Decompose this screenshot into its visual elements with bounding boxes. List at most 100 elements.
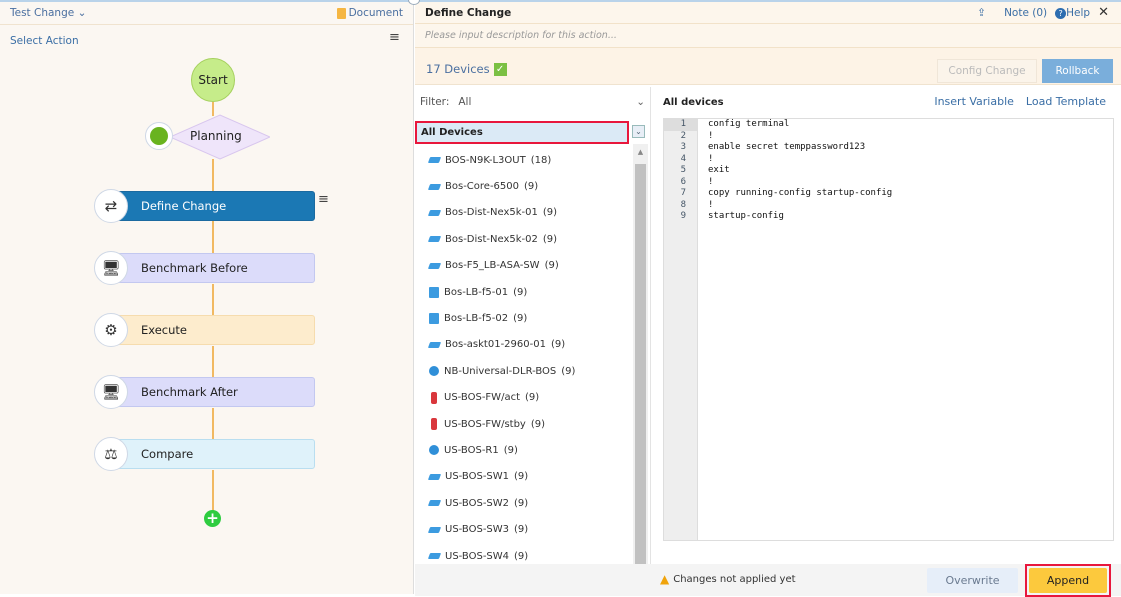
scrollbar-thumb[interactable]	[635, 164, 646, 569]
node-menu-icon[interactable]: ≡	[318, 192, 329, 207]
device-list: BOS-N9K-L3OUT (18) Bos-Core-6500 (9) Bos-Dis…	[415, 147, 633, 596]
warning-text: Changes not applied yet	[673, 573, 796, 585]
switch-icon	[427, 236, 442, 243]
device-list-item[interactable]: Bos-Dist-Nex5k-02 (9)	[415, 226, 633, 252]
define-change-panel: Define Change ⇪ Note (0) ? Help ✕ Please …	[415, 0, 1121, 597]
tab-config-change[interactable]: Config Change	[937, 59, 1037, 83]
append-highlight: Append	[1025, 564, 1111, 597]
description-input[interactable]: Please input description for this action…	[415, 24, 1121, 48]
code-line: !	[708, 176, 714, 187]
line-number: 7	[680, 188, 686, 198]
workflow-diagram: Start Planning Define Change ⇄ Benchmark B…	[0, 2, 414, 596]
device-list-item[interactable]: US-BOS-SW2 (9)	[415, 490, 633, 516]
workflow-node-label: Benchmark After	[141, 385, 238, 399]
device-list-item[interactable]: US-BOS-SW1 (9)	[415, 464, 633, 490]
note-link[interactable]: Note (0)	[1004, 7, 1047, 19]
connector	[212, 159, 214, 192]
workflow-panel: Test Change ⌄ Document Select Action ≡ S…	[0, 0, 414, 594]
scrollbar[interactable]: ▲ ▼	[633, 144, 648, 596]
device-list-item[interactable]: US-BOS-FW/act (9)	[415, 385, 633, 411]
line-number: 5	[680, 165, 686, 175]
define-change-icon: ⇄	[94, 189, 128, 223]
switch-icon	[427, 473, 442, 480]
device-name: Bos-F5_LB-ASA-SW	[445, 260, 540, 272]
scroll-up-icon[interactable]: ▲	[633, 148, 648, 156]
device-list-item[interactable]: NB-Universal-DLR-BOS (9)	[415, 358, 633, 384]
code-line: copy running-config startup-config	[708, 188, 893, 198]
code-line: enable secret temppassword123	[708, 142, 866, 152]
line-number: 9	[680, 211, 686, 221]
chevron-down-icon[interactable]: ⌄	[632, 125, 645, 138]
code-line: config terminal	[708, 119, 790, 129]
device-list-item[interactable]: Bos-Core-6500 (9)	[415, 173, 633, 199]
connector	[212, 221, 214, 255]
code-line: startup-config	[708, 211, 784, 221]
warning-icon: ▲	[660, 572, 670, 586]
gears-icon: ⚙	[94, 313, 128, 347]
editor-title: All devices	[663, 97, 724, 108]
device-name: US-BOS-SW1	[445, 471, 510, 483]
code-line: exit	[708, 165, 730, 175]
firewall-icon	[431, 391, 437, 404]
filter-label: Filter:	[420, 96, 450, 108]
code-lines: config terminal! enable secret temppasswo…	[708, 119, 892, 223]
help-link[interactable]: ? Help	[1055, 7, 1090, 19]
device-list-item[interactable]: Bos-F5_LB-ASA-SW (9)	[415, 253, 633, 279]
device-name: US-BOS-SW3	[445, 524, 510, 536]
workflow-node[interactable]: Benchmark Before	[110, 253, 315, 283]
tab-rollback[interactable]: Rollback	[1042, 59, 1113, 83]
device-list-item[interactable]: Bos-LB-f5-01 (9)	[415, 279, 633, 305]
device-list-item[interactable]: US-BOS-R1 (9)	[415, 437, 633, 463]
code-line: !	[708, 130, 714, 141]
device-list-item[interactable]: US-BOS-FW/stby (9)	[415, 411, 633, 437]
device-name: Bos-Core-6500	[445, 181, 519, 193]
add-step-icon[interactable]: +	[204, 510, 221, 527]
line-numbers: 123456789	[664, 119, 698, 540]
all-devices-item[interactable]: All Devices	[415, 121, 629, 144]
code-line: !	[708, 153, 714, 164]
close-icon[interactable]: ✕	[1098, 5, 1109, 20]
start-node[interactable]: Start	[191, 58, 235, 102]
device-count: (9)	[544, 260, 559, 272]
workflow-node[interactable]: Define Change	[110, 191, 315, 221]
script-editor[interactable]: 123456789 config terminal! enable secret …	[663, 118, 1114, 541]
workflow-node-label: Benchmark Before	[141, 261, 248, 275]
append-button[interactable]: Append	[1029, 568, 1107, 593]
switch-icon	[427, 553, 442, 560]
workflow-node[interactable]: Execute	[110, 315, 315, 345]
workflow-node-label: Execute	[141, 323, 187, 337]
export-icon[interactable]: ⇪	[977, 7, 986, 19]
planning-icon	[145, 122, 173, 150]
planning-label: Planning	[190, 129, 242, 143]
device-count: (9)	[550, 339, 566, 351]
device-count-label: 17 Devices	[426, 62, 490, 76]
switch-icon	[427, 500, 442, 507]
workflow-node[interactable]: Benchmark After	[110, 377, 315, 407]
device-list-item[interactable]: Bos-askt01-2960-01 (9)	[415, 332, 633, 358]
insert-variable-link[interactable]: Insert Variable	[934, 95, 1014, 108]
switch-icon	[427, 209, 442, 216]
device-count: (9)	[542, 233, 558, 245]
device-count: (9)	[513, 313, 528, 325]
chevron-down-icon: ⌄	[636, 96, 645, 108]
filter-select[interactable]: Filter: All ⌄	[415, 89, 650, 115]
device-count: (9)	[503, 444, 518, 456]
device-list-item[interactable]: US-BOS-SW3 (9)	[415, 516, 633, 542]
load-template-link[interactable]: Load Template	[1026, 95, 1106, 108]
connector	[212, 408, 214, 441]
script-pane: All devices Insert Variable Load Templat…	[650, 87, 1121, 596]
device-list-item[interactable]: BOS-N9K-L3OUT (18)	[415, 147, 633, 173]
check-icon: ✓	[493, 62, 507, 76]
lb-icon	[429, 313, 439, 325]
device-count[interactable]: 17 Devices ✓	[426, 62, 507, 76]
workflow-node[interactable]: Compare	[110, 439, 315, 469]
device-name: US-BOS-FW/act	[444, 392, 520, 404]
overwrite-button[interactable]: Overwrite	[927, 568, 1018, 593]
device-list-item[interactable]: Bos-LB-f5-02 (9)	[415, 305, 633, 331]
connector	[212, 284, 214, 317]
help-label: Help	[1066, 6, 1091, 19]
action-bar: ▲ Changes not applied yet Overwrite Appen…	[415, 564, 1121, 597]
device-list-item[interactable]: Bos-Dist-Nex5k-01 (9)	[415, 200, 633, 226]
switch-icon	[427, 262, 442, 269]
device-count: (9)	[514, 550, 529, 562]
